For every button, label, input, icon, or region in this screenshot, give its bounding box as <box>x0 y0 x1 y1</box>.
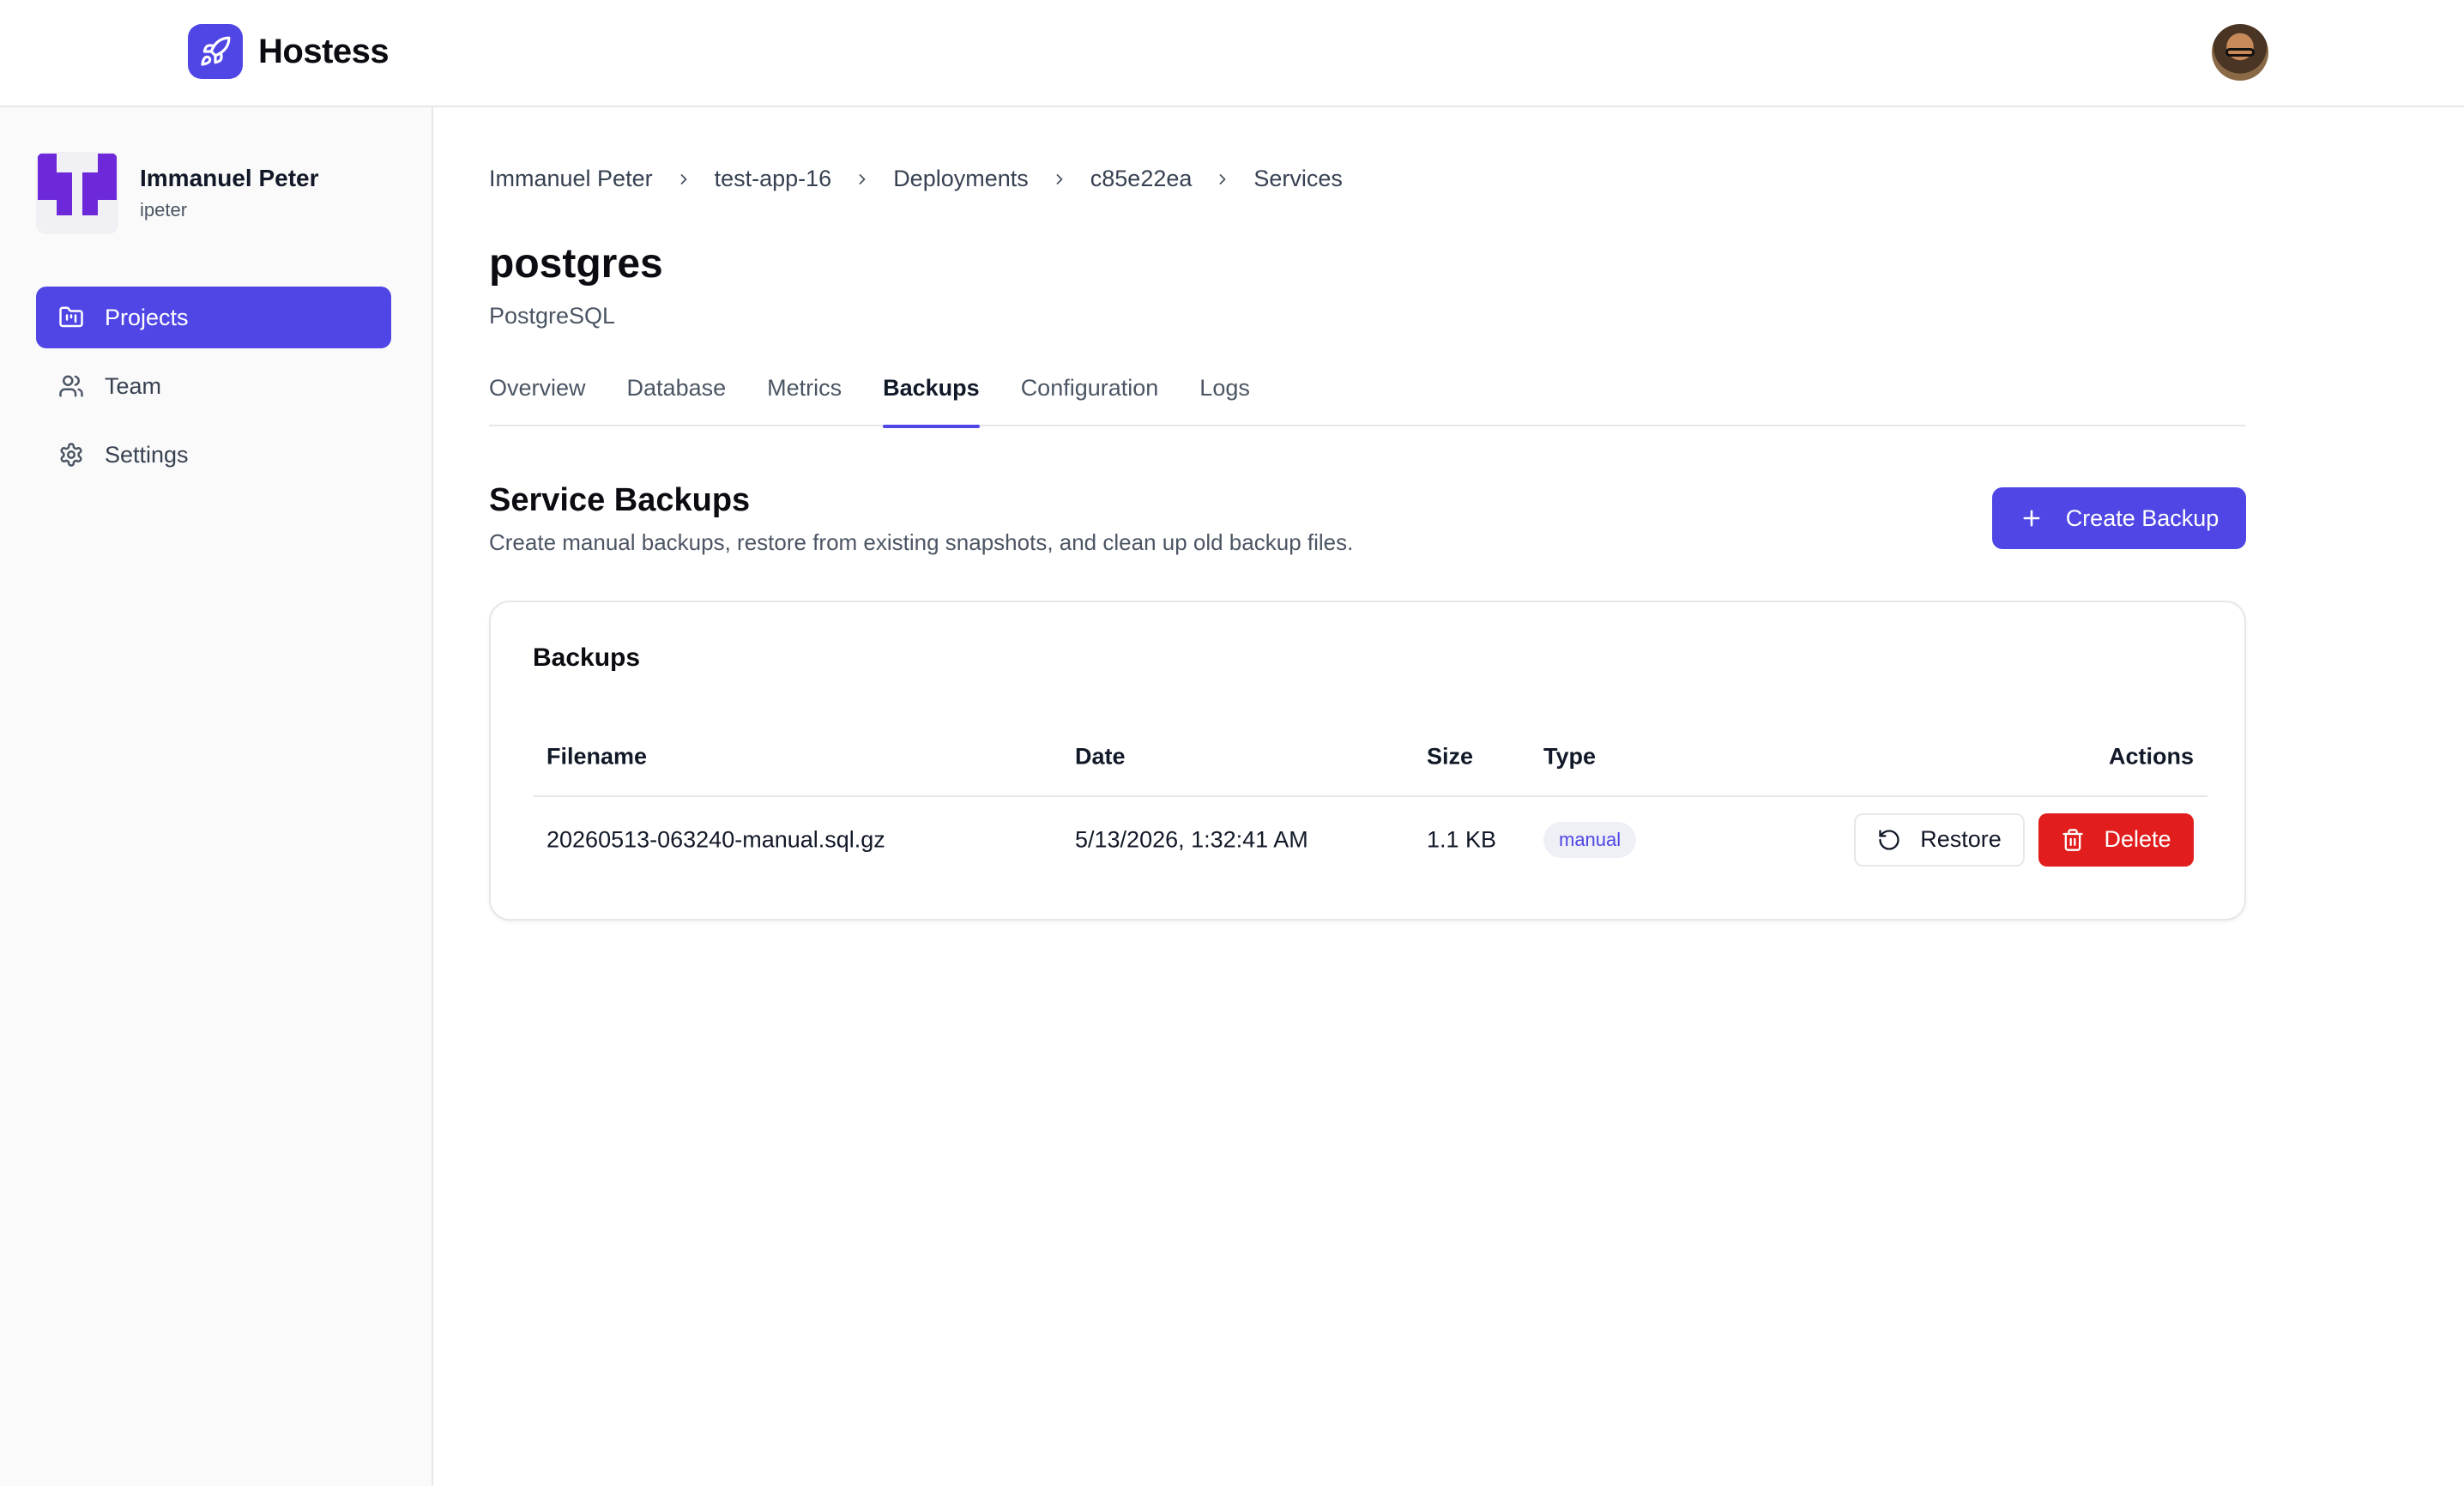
tab-configuration[interactable]: Configuration <box>1021 356 1159 426</box>
avatar-glasses <box>2225 48 2255 57</box>
rocket-icon <box>188 24 243 79</box>
service-tabs: Overview Database Metrics Backups Config… <box>489 356 2246 428</box>
column-header-filename: Filename <box>547 743 648 770</box>
top-header: Hostess <box>0 0 2464 107</box>
table-header: Filename Date Size Type Actions <box>533 718 2207 797</box>
backup-filename: 20260513-063240-manual.sql.gz <box>547 826 885 852</box>
sidebar-item-label: Projects <box>105 304 189 330</box>
page-title: postgres <box>489 241 663 287</box>
profile-meta: Immanuel Peter ipeter <box>140 165 319 221</box>
sidebar-item-team[interactable]: Team <box>36 355 391 417</box>
rotate-ccw-icon <box>1877 828 1901 852</box>
section-description: Create manual backups, restore from exis… <box>489 529 1354 555</box>
brand[interactable]: Hostess <box>188 24 390 79</box>
tab-logs[interactable]: Logs <box>1199 356 1250 426</box>
sidebar-item-projects[interactable]: Projects <box>36 287 391 348</box>
restore-button[interactable]: Restore <box>1854 812 2025 867</box>
profile-handle: ipeter <box>140 199 188 220</box>
plus-icon <box>2020 506 2044 530</box>
breadcrumb: Immanuel Peter test-app-16 Deployments c… <box>489 166 1343 192</box>
chevron-right-icon <box>675 171 692 188</box>
breadcrumb-item[interactable]: c85e22ea <box>1090 166 1193 192</box>
app-name: Hostess <box>258 32 390 70</box>
row-actions: Restore Delete <box>1854 812 2194 867</box>
backup-size: 1.1 KB <box>1427 826 1497 852</box>
users-icon <box>57 372 86 401</box>
tab-metrics[interactable]: Metrics <box>767 356 842 426</box>
profile-avatar <box>36 152 118 234</box>
card-title: Backups <box>533 643 641 672</box>
create-backup-button[interactable]: Create Backup <box>1992 487 2246 549</box>
chevron-right-icon <box>1051 171 1068 188</box>
profile-card[interactable]: Immanuel Peter ipeter <box>36 152 319 234</box>
sidebar: Immanuel Peter ipeter Projects Team Sett… <box>0 107 433 1486</box>
delete-label: Delete <box>2104 826 2171 852</box>
tab-backups[interactable]: Backups <box>883 356 980 428</box>
chevron-right-icon <box>854 171 871 188</box>
sidebar-item-label: Team <box>105 372 162 399</box>
breadcrumb-item[interactable]: Deployments <box>893 166 1029 192</box>
sidebar-item-label: Settings <box>105 441 189 468</box>
restore-label: Restore <box>1920 826 2002 852</box>
backups-table: Filename Date Size Type Actions 20260513… <box>533 718 2207 882</box>
breadcrumb-item[interactable]: Immanuel Peter <box>489 166 653 192</box>
section-title: Service Backups <box>489 482 751 518</box>
table-row: 20260513-063240-manual.sql.gz 5/13/2026,… <box>533 797 2207 882</box>
profile-name: Immanuel Peter <box>140 165 319 191</box>
folder-chart-icon <box>57 303 86 332</box>
gear-icon <box>57 440 86 469</box>
column-header-date: Date <box>1075 743 1126 770</box>
sidebar-nav: Projects Team Settings <box>36 287 391 492</box>
page-subtitle: PostgreSQL <box>489 303 616 329</box>
breadcrumb-item-current[interactable]: Services <box>1253 166 1343 192</box>
sidebar-item-settings[interactable]: Settings <box>36 424 391 486</box>
create-backup-label: Create Backup <box>2065 504 2219 531</box>
backups-card: Backups Filename Date Size Type Actions … <box>489 601 2246 921</box>
chevron-right-icon <box>1214 171 1231 188</box>
backup-date: 5/13/2026, 1:32:41 AM <box>1075 826 1308 852</box>
delete-button[interactable]: Delete <box>2038 812 2194 867</box>
tab-overview[interactable]: Overview <box>489 356 586 426</box>
column-header-type: Type <box>1543 743 1597 770</box>
backup-type-badge: manual <box>1543 821 1637 858</box>
tab-database[interactable]: Database <box>627 356 727 426</box>
column-header-size: Size <box>1427 743 1474 770</box>
user-avatar[interactable] <box>2212 24 2268 81</box>
breadcrumb-item[interactable]: test-app-16 <box>715 166 832 192</box>
trash-icon <box>2061 828 2085 852</box>
column-header-actions: Actions <box>2108 743 2194 770</box>
profile-identicon <box>36 152 118 234</box>
